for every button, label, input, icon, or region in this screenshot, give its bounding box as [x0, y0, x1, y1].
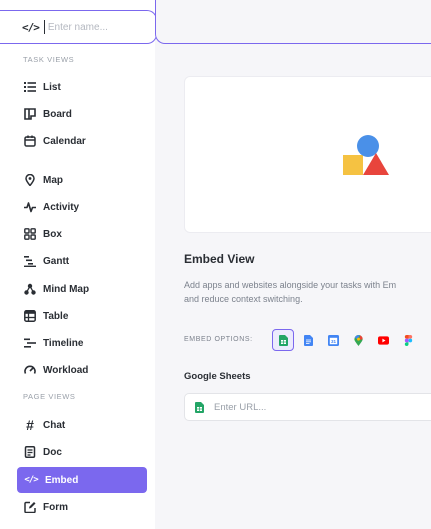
embed-options-label: EMBED OPTIONS: [184, 336, 253, 343]
sidebar-item-label: Form [43, 501, 68, 513]
board-icon [24, 108, 36, 120]
gantt-icon [24, 255, 36, 267]
workload-icon [24, 364, 36, 376]
sidebar-item-label: Calendar [43, 135, 86, 147]
sidebar-item-box[interactable]: Box [17, 221, 147, 247]
timeline-icon [24, 337, 36, 349]
list-icon [24, 81, 36, 93]
sidebar-item-map[interactable]: Map [17, 167, 147, 193]
embed-option-youtube[interactable] [372, 329, 394, 351]
sidebar-item-timeline[interactable]: Timeline [17, 330, 147, 356]
sidebar-item-form[interactable]: Form [17, 494, 147, 520]
sidebar-item-table[interactable]: Table [17, 303, 147, 329]
sidebar-item-gantt[interactable]: Gantt [17, 248, 147, 274]
sidebar-item-label: List [43, 81, 61, 93]
sidebar-item-activity[interactable]: Activity [17, 194, 147, 220]
url-input[interactable] [214, 401, 414, 413]
sidebar-item-label: Timeline [43, 337, 84, 349]
sidebar-item-label: Activity [43, 201, 80, 213]
task-views-label: TASK VIEWS [23, 55, 75, 64]
view-name-input[interactable] [47, 21, 148, 33]
embed-view-title: Embed View [184, 252, 255, 266]
embed-option-google-sheets[interactable] [272, 329, 294, 351]
sidebar-item-label: Gantt [43, 255, 70, 267]
sidebar: </> TASK VIEWS List Board Calendar Map A… [0, 0, 157, 529]
text-cursor [43, 20, 45, 34]
google-calendar-icon: 31 [327, 334, 339, 346]
shapes-illustration-icon [343, 135, 389, 175]
code-icon: </> [24, 475, 38, 485]
embed-view-description: Add apps and websites alongside your tas… [184, 278, 431, 306]
sidebar-item-label: Map [43, 174, 63, 186]
page-views-label: PAGE VIEWS [23, 392, 76, 401]
sidebar-item-label: Doc [43, 446, 62, 458]
embed-option-google-maps[interactable] [347, 329, 369, 351]
sidebar-item-list[interactable]: List [17, 74, 147, 100]
google-maps-icon [353, 334, 363, 346]
sidebar-item-label: Mind Map [43, 283, 90, 295]
doc-icon [24, 446, 36, 458]
top-bar [155, 0, 431, 44]
sidebar-item-label: Board [43, 108, 72, 120]
embed-preview-card [184, 76, 431, 233]
sidebar-item-label: Table [43, 310, 69, 322]
mind-map-icon [24, 283, 36, 295]
embed-option-figma[interactable] [397, 329, 419, 351]
description-line: Add apps and websites alongside your tas… [184, 280, 397, 290]
sidebar-item-chat[interactable]: # Chat [17, 412, 147, 438]
url-field[interactable] [184, 393, 431, 421]
description-line: and reduce context switching. [184, 294, 303, 304]
youtube-icon [377, 335, 389, 345]
sidebar-item-label: Chat [43, 419, 66, 431]
view-name-field[interactable]: </> [0, 10, 157, 44]
selected-embed-option-label: Google Sheets [184, 371, 251, 382]
sidebar-item-workload[interactable]: Workload [17, 357, 147, 383]
embed-option-google-calendar[interactable]: 31 [322, 329, 344, 351]
sidebar-item-label: Embed [45, 474, 79, 486]
google-docs-icon [303, 334, 313, 346]
sidebar-item-doc[interactable]: Doc [17, 439, 147, 465]
sidebar-item-label: Box [43, 228, 62, 240]
box-grid-icon [24, 228, 36, 240]
google-sheets-icon [195, 401, 204, 413]
sidebar-item-mind-map[interactable]: Mind Map [17, 276, 147, 302]
calendar-icon [24, 135, 36, 147]
embed-option-google-docs[interactable] [297, 329, 319, 351]
sidebar-item-calendar[interactable]: Calendar [17, 128, 147, 154]
sidebar-item-board[interactable]: Board [17, 101, 147, 127]
sidebar-item-label: Workload [43, 364, 89, 376]
form-icon [24, 501, 36, 513]
figma-icon [404, 334, 412, 346]
map-pin-icon [24, 174, 36, 186]
hashtag-icon: # [26, 417, 34, 433]
svg-text:31: 31 [330, 339, 336, 344]
activity-icon [24, 201, 36, 213]
code-icon: </> [22, 20, 40, 34]
sidebar-item-embed[interactable]: </> Embed [17, 467, 147, 493]
google-sheets-icon [278, 334, 288, 346]
table-icon [24, 310, 36, 322]
